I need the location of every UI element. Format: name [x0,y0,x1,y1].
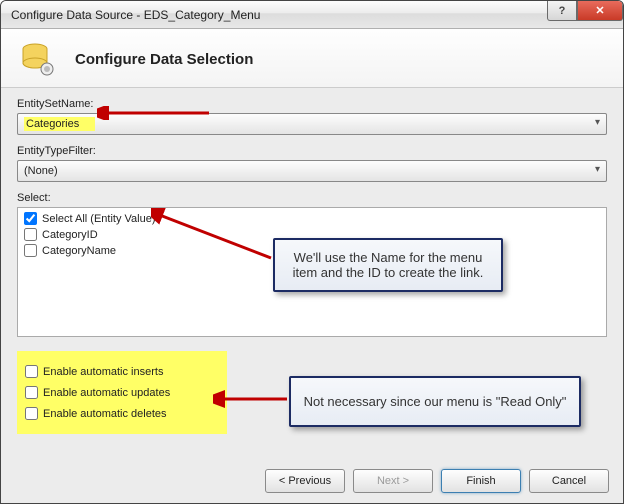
help-button[interactable]: ? [547,1,577,21]
cancel-button[interactable]: Cancel [529,469,609,493]
enable-deletes-row[interactable]: Enable automatic deletes [25,407,219,420]
select-item-label: CategoryID [42,229,98,241]
entitytypefilter-value: (None) [24,165,58,177]
database-icon [19,41,55,77]
entitytypefilter-label: EntityTypeFilter: [17,145,607,157]
enable-inserts-label: Enable automatic inserts [43,366,163,378]
previous-button[interactable]: < Previous [265,469,345,493]
dialog-footer: < Previous Next > Finish Cancel [1,459,623,503]
enable-updates-checkbox[interactable] [25,386,38,399]
select-checkbox-all[interactable] [24,212,37,225]
titlebar: Configure Data Source - EDS_Category_Men… [1,1,623,29]
entitysetname-dropdown[interactable]: Categories [17,113,607,135]
select-checkbox-categoryid[interactable] [24,228,37,241]
select-item-label: CategoryName [42,245,116,257]
entitysetname-label: EntitySetName: [17,98,607,110]
callout-text: We'll use the Name for the menu item and… [293,250,484,280]
dialog-header: Configure Data Selection [1,29,623,88]
enable-updates-label: Enable automatic updates [43,387,170,399]
select-label: Select: [17,192,607,204]
entitysetname-value: Categories [24,117,95,131]
auto-operations-group: Enable automatic inserts Enable automati… [17,351,227,434]
callout-select-info: We'll use the Name for the menu item and… [273,238,503,292]
finish-button[interactable]: Finish [441,469,521,493]
dialog-title: Configure Data Selection [75,51,253,68]
entitytypefilter-dropdown[interactable]: (None) [17,160,607,182]
close-button[interactable]: ✕ [577,1,623,21]
select-item-label: Select All (Entity Value) [42,213,156,225]
window-title: Configure Data Source - EDS_Category_Men… [11,8,260,22]
callout-text: Not necessary since our menu is "Read On… [304,394,567,409]
enable-inserts-checkbox[interactable] [25,365,38,378]
dialog-window: Configure Data Source - EDS_Category_Men… [0,0,624,504]
titlebar-controls: ? ✕ [547,1,623,21]
select-item-all[interactable]: Select All (Entity Value) [24,212,600,225]
enable-deletes-label: Enable automatic deletes [43,408,167,420]
enable-inserts-row[interactable]: Enable automatic inserts [25,365,219,378]
callout-readonly-info: Not necessary since our menu is "Read On… [289,376,581,427]
enable-updates-row[interactable]: Enable automatic updates [25,386,219,399]
dialog-body: EntitySetName: Categories EntityTypeFilt… [1,88,623,444]
next-button[interactable]: Next > [353,469,433,493]
enable-deletes-checkbox[interactable] [25,407,38,420]
select-checkbox-categoryname[interactable] [24,244,37,257]
